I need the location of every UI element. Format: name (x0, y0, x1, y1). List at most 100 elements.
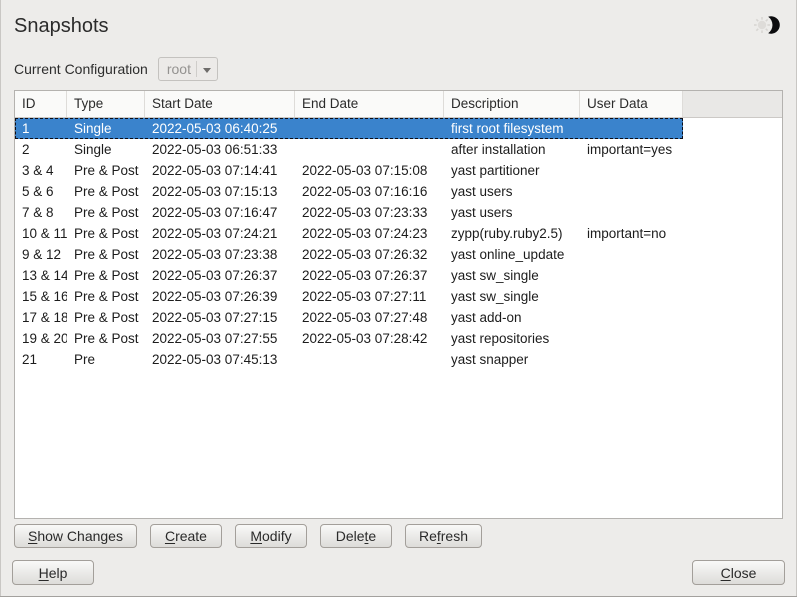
table-row[interactable]: 13 & 14Pre & Post2022-05-03 07:26:372022… (15, 265, 683, 286)
dropdown-separator (196, 61, 197, 77)
cell-end-date (295, 118, 444, 139)
cell-start-date: 2022-05-03 07:27:55 (145, 328, 295, 349)
cell-end-date: 2022-05-03 07:27:11 (295, 286, 444, 307)
table-row[interactable]: 7 & 8Pre & Post2022-05-03 07:16:472022-0… (15, 202, 683, 223)
cell-description: yast snapper (444, 349, 580, 370)
cell-type: Pre & Post (67, 202, 145, 223)
cell-description: yast online_update (444, 244, 580, 265)
cell-user-data: important=no (580, 223, 683, 244)
cell-start-date: 2022-05-03 07:27:15 (145, 307, 295, 328)
modify-button[interactable]: Modify (235, 524, 307, 548)
cell-end-date: 2022-05-03 07:16:16 (295, 181, 444, 202)
cell-description: zypp(ruby.ruby2.5) (444, 223, 580, 244)
table-row[interactable]: 17 & 18Pre & Post2022-05-03 07:27:152022… (15, 307, 683, 328)
cell-description: yast sw_single (444, 265, 580, 286)
column-header-filler (683, 91, 782, 117)
cell-start-date: 2022-05-03 06:51:33 (145, 139, 295, 160)
cell-user-data (580, 202, 683, 223)
cell-user-data (580, 160, 683, 181)
table-row[interactable]: 15 & 16Pre & Post2022-05-03 07:26:392022… (15, 286, 683, 307)
action-button-row: Show Changes Create Modify Delete Refres… (14, 524, 482, 548)
refresh-button[interactable]: Refresh (405, 524, 482, 548)
snapshots-table[interactable]: ID Type Start Date End Date Description … (14, 90, 783, 519)
cell-description: yast sw_single (444, 286, 580, 307)
cell-id: 2 (15, 139, 67, 160)
cell-type: Pre & Post (67, 328, 145, 349)
column-header-description[interactable]: Description (444, 91, 580, 117)
column-header-type[interactable]: Type (67, 91, 145, 117)
column-header-id[interactable]: ID (15, 91, 67, 117)
cell-end-date (295, 139, 444, 160)
cell-description: yast users (444, 181, 580, 202)
cell-id: 1 (15, 118, 67, 139)
cell-type: Pre & Post (67, 265, 145, 286)
cell-start-date: 2022-05-03 07:45:13 (145, 349, 295, 370)
cell-id: 21 (15, 349, 67, 370)
cell-user-data (580, 286, 683, 307)
cell-id: 7 & 8 (15, 202, 67, 223)
cell-type: Pre & Post (67, 307, 145, 328)
help-button[interactable]: Help (12, 560, 94, 585)
table-row[interactable]: 2Single2022-05-03 06:51:33 after installa… (15, 139, 683, 160)
table-row[interactable]: 10 & 11Pre & Post2022-05-03 07:24:212022… (15, 223, 683, 244)
cell-id: 15 & 16 (15, 286, 67, 307)
cell-user-data (580, 349, 683, 370)
cell-type: Pre & Post (67, 160, 145, 181)
cell-type: Pre & Post (67, 286, 145, 307)
page-title: Snapshots (14, 15, 109, 38)
cell-id: 13 & 14 (15, 265, 67, 286)
cell-user-data: important=yes (580, 139, 683, 160)
sun-moon-icon (749, 12, 783, 43)
current-configuration-row: Current Configuration root (14, 56, 218, 82)
cell-start-date: 2022-05-03 07:26:39 (145, 286, 295, 307)
chevron-down-icon (203, 68, 211, 73)
close-button[interactable]: Close (692, 560, 785, 585)
column-header-user-data[interactable]: User Data (580, 91, 683, 117)
cell-end-date: 2022-05-03 07:26:32 (295, 244, 444, 265)
cell-end-date: 2022-05-03 07:27:48 (295, 307, 444, 328)
current-configuration-label: Current Configuration (14, 61, 148, 77)
cell-type: Pre & Post (67, 181, 145, 202)
cell-start-date: 2022-05-03 07:15:13 (145, 181, 295, 202)
cell-description: yast repositories (444, 328, 580, 349)
cell-id: 10 & 11 (15, 223, 67, 244)
table-row[interactable]: 21Pre2022-05-03 07:45:13 yast snapper (15, 349, 683, 370)
cell-start-date: 2022-05-03 07:24:21 (145, 223, 295, 244)
cell-start-date: 2022-05-03 07:16:47 (145, 202, 295, 223)
cell-id: 17 & 18 (15, 307, 67, 328)
table-body: 1Single2022-05-03 06:40:25 first root fil… (15, 118, 782, 370)
cell-end-date: 2022-05-03 07:23:33 (295, 202, 444, 223)
create-button[interactable]: Create (150, 524, 222, 548)
cell-end-date (295, 349, 444, 370)
cell-start-date: 2022-05-03 07:26:37 (145, 265, 295, 286)
table-row[interactable]: 3 & 4Pre & Post2022-05-03 07:14:412022-0… (15, 160, 683, 181)
table-header: ID Type Start Date End Date Description … (15, 91, 782, 118)
cell-id: 19 & 20 (15, 328, 67, 349)
cell-end-date: 2022-05-03 07:28:42 (295, 328, 444, 349)
cell-user-data (580, 118, 683, 139)
cell-user-data (580, 328, 683, 349)
cell-type: Single (67, 139, 145, 160)
cell-description: after installation (444, 139, 580, 160)
delete-button[interactable]: Delete (320, 524, 392, 548)
cell-user-data (580, 307, 683, 328)
cell-description: yast users (444, 202, 580, 223)
cell-id: 9 & 12 (15, 244, 67, 265)
show-changes-button[interactable]: Show Changes (14, 524, 137, 548)
column-header-end-date[interactable]: End Date (295, 91, 444, 117)
table-row[interactable]: 5 & 6Pre & Post2022-05-03 07:15:132022-0… (15, 181, 683, 202)
cell-end-date: 2022-05-03 07:26:37 (295, 265, 444, 286)
cell-start-date: 2022-05-03 07:14:41 (145, 160, 295, 181)
table-row[interactable]: 9 & 12Pre & Post2022-05-03 07:23:382022-… (15, 244, 683, 265)
cell-id: 5 & 6 (15, 181, 67, 202)
table-row[interactable]: 1Single2022-05-03 06:40:25 first root fil… (15, 118, 683, 139)
column-header-start-date[interactable]: Start Date (145, 91, 295, 117)
cell-start-date: 2022-05-03 06:40:25 (145, 118, 295, 139)
snapshots-dialog: { "window": { "title": "Snapshots", "the… (0, 0, 797, 597)
cell-type: Pre (67, 349, 145, 370)
configuration-dropdown[interactable]: root (158, 57, 218, 81)
cell-type: Single (67, 118, 145, 139)
table-row[interactable]: 19 & 20Pre & Post2022-05-03 07:27:552022… (15, 328, 683, 349)
cell-description: first root filesystem (444, 118, 580, 139)
configuration-dropdown-value: root (167, 61, 191, 77)
